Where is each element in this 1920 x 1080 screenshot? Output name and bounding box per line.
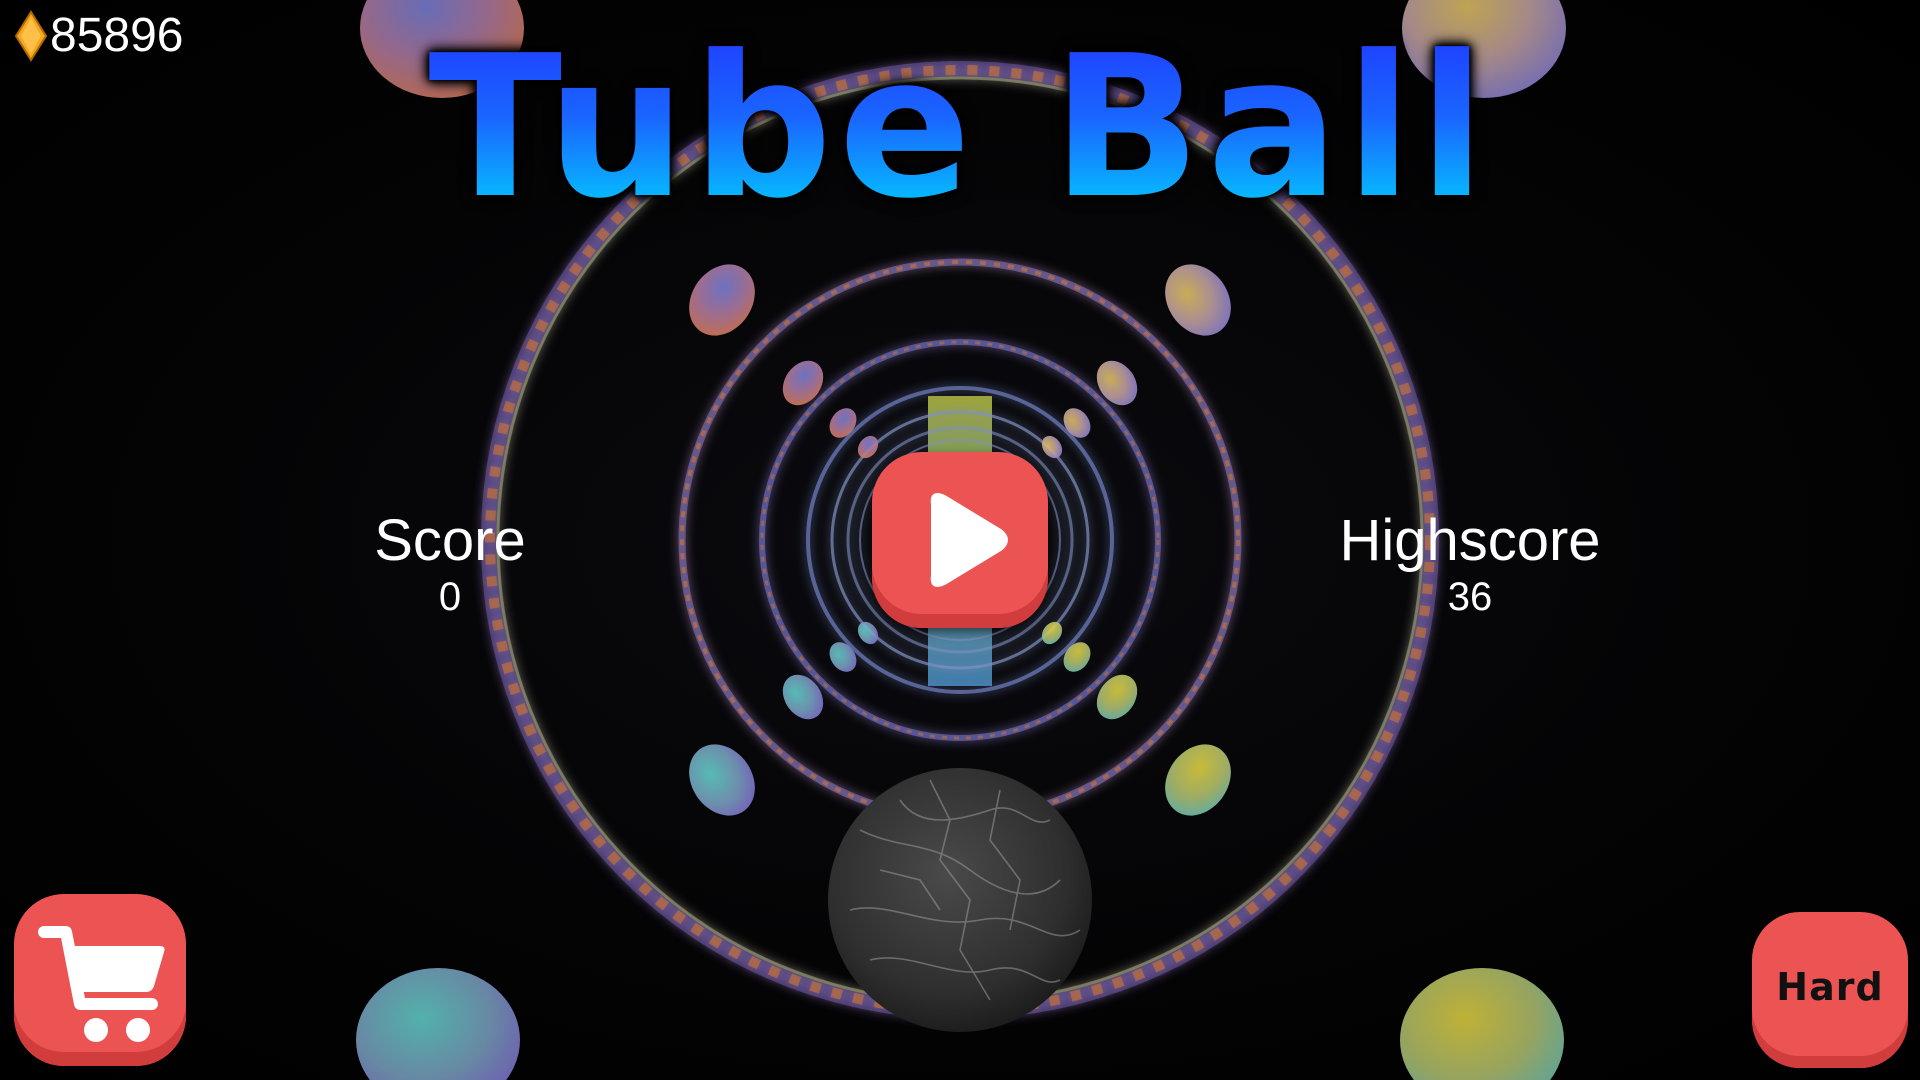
score-panel: Score 0	[270, 508, 630, 620]
play-icon	[930, 493, 1008, 587]
shopping-cart-icon	[38, 926, 165, 1042]
game-screen: 85896 Tube Ball Score 0 Highscore 36 Har…	[0, 0, 1920, 1080]
highscore-label: Highscore	[1339, 508, 1601, 573]
score-label: Score	[374, 508, 526, 573]
game-title: Tube Ball	[0, 28, 1920, 228]
difficulty-mode-button[interactable]: Hard	[1752, 912, 1908, 1068]
difficulty-mode-label: Hard	[1776, 965, 1884, 1009]
shop-button[interactable]	[14, 894, 186, 1066]
highscore-panel: Highscore 36	[1290, 508, 1650, 620]
player-ball	[828, 768, 1092, 1032]
score-value: 0	[438, 575, 462, 619]
play-button[interactable]	[872, 452, 1048, 628]
highscore-value: 36	[1447, 575, 1493, 619]
